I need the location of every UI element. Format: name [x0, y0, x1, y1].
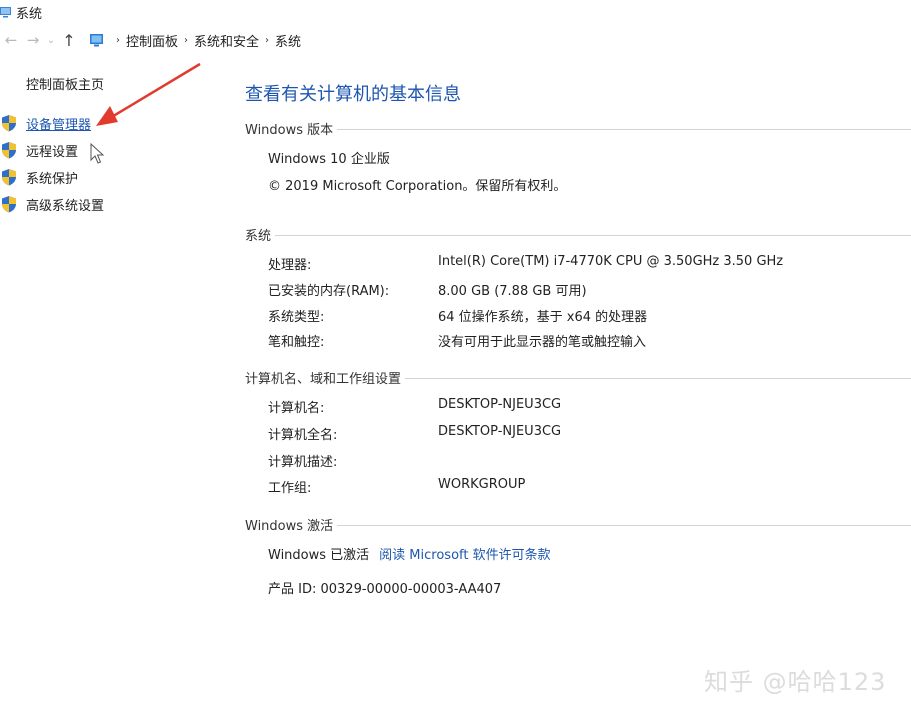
up-button[interactable]: ↑: [58, 31, 80, 50]
address-bar: ← → ⌄ ↑ › 控制面板 › 系统和安全 › 系统: [0, 26, 911, 54]
info-key: 工作组:: [268, 481, 312, 496]
sidebar-item-remote-settings[interactable]: 远程设置: [0, 140, 78, 160]
info-row-computer-description: 计算机描述:: [268, 451, 438, 470]
info-row-system-type: 系统类型: 64 位操作系统，基于 x64 的处理器: [268, 306, 647, 325]
section-divider: [337, 525, 911, 526]
breadcrumb-system[interactable]: 系统: [275, 31, 301, 50]
product-id: 产品 ID: 00329-00000-00003-AA407: [268, 582, 502, 597]
section-divider: [275, 235, 911, 236]
info-key: 处理器:: [268, 258, 312, 273]
sidebar-item-label: 设备管理器: [26, 117, 92, 133]
breadcrumb-separator: ›: [184, 34, 189, 46]
info-key: 计算机名:: [268, 401, 325, 416]
info-row-ram: 已安装的内存(RAM): 8.00 GB (7.88 GB 可用): [268, 280, 587, 299]
info-row-pen-touch: 笔和触控: 没有可用于此显示器的笔或触控输入: [268, 331, 646, 350]
forward-button[interactable]: →: [22, 31, 44, 49]
info-row-computer-name: 计算机名: DESKTOP-NJEU3CG: [268, 397, 561, 416]
section-activation: Windows 激活: [245, 515, 911, 534]
shield-icon: [2, 142, 16, 159]
back-button[interactable]: ←: [0, 31, 22, 49]
control-panel-icon: [90, 34, 103, 47]
section-windows-edition: Windows 版本: [245, 119, 911, 138]
sidebar-item-system-protection[interactable]: 系统保护: [0, 167, 78, 187]
mouse-cursor-icon: [90, 143, 105, 164]
section-divider: [405, 378, 911, 379]
shield-icon: [2, 196, 16, 213]
breadcrumb-separator: ›: [116, 34, 120, 46]
info-row-workgroup: 工作组: WORKGROUP: [268, 477, 525, 496]
recent-locations-button[interactable]: ⌄: [44, 35, 58, 46]
info-value: 8.00 GB (7.88 GB 可用): [438, 284, 587, 299]
shield-icon: [2, 169, 16, 186]
info-key: 系统类型:: [268, 310, 325, 325]
info-value: 64 位操作系统，基于 x64 的处理器: [438, 310, 648, 325]
copyright-text: © 2019 Microsoft Corporation。保留所有权利。: [268, 179, 567, 194]
system-icon: [0, 7, 11, 18]
info-key: 计算机描述:: [268, 455, 338, 470]
info-value: WORKGROUP: [438, 477, 526, 492]
section-title: 系统: [245, 229, 272, 244]
breadcrumb-separator: ›: [265, 34, 270, 46]
info-key: 计算机全名:: [268, 428, 338, 443]
info-value: DESKTOP-NJEU3CG: [438, 397, 562, 412]
info-value: 没有可用于此显示器的笔或触控输入: [438, 335, 647, 350]
sidebar-item-advanced-settings[interactable]: 高级系统设置: [0, 194, 104, 214]
sidebar-item-label: 高级系统设置: [26, 198, 105, 214]
sidebar-item-label: 系统保护: [26, 171, 79, 187]
page-title: 查看有关计算机的基本信息: [245, 84, 461, 105]
annotation-arrow-icon: [96, 62, 201, 126]
shield-icon: [2, 115, 16, 132]
windows-edition-name: Windows 10 企业版: [268, 152, 390, 167]
section-title: Windows 版本: [245, 123, 334, 138]
section-divider: [337, 129, 911, 130]
breadcrumb-control-panel[interactable]: 控制面板: [126, 31, 178, 50]
info-row-processor: 处理器: Intel(R) Core(TM) i7-4770K CPU @ 3.…: [268, 254, 783, 273]
info-value: DESKTOP-NJEU3CG: [438, 424, 562, 439]
info-key: 已安装的内存(RAM):: [268, 284, 390, 299]
breadcrumb-system-security[interactable]: 系统和安全: [194, 31, 259, 50]
info-key: 笔和触控:: [268, 335, 325, 350]
info-value: Intel(R) Core(TM) i7-4770K CPU @ 3.50GHz…: [438, 254, 784, 269]
section-title: Windows 激活: [245, 519, 334, 534]
window-title: 系统: [16, 6, 43, 22]
license-terms-link[interactable]: 阅读 Microsoft 软件许可条款: [379, 544, 550, 563]
info-row-full-computer-name: 计算机全名: DESKTOP-NJEU3CG: [268, 424, 561, 443]
section-system: 系统: [245, 225, 911, 244]
section-computer-name: 计算机名、域和工作组设置: [245, 368, 911, 387]
sidebar-item-label: 远程设置: [26, 144, 79, 160]
section-title: 计算机名、域和工作组设置: [245, 372, 402, 387]
title-bar: 系统: [0, 0, 911, 24]
activation-status: Windows 已激活: [268, 548, 370, 563]
activation-row: Windows 已激活 阅读 Microsoft 软件许可条款: [268, 544, 551, 563]
sidebar-item-device-manager[interactable]: 设备管理器: [0, 113, 91, 133]
watermark: 知乎 @哈哈123: [704, 668, 887, 696]
